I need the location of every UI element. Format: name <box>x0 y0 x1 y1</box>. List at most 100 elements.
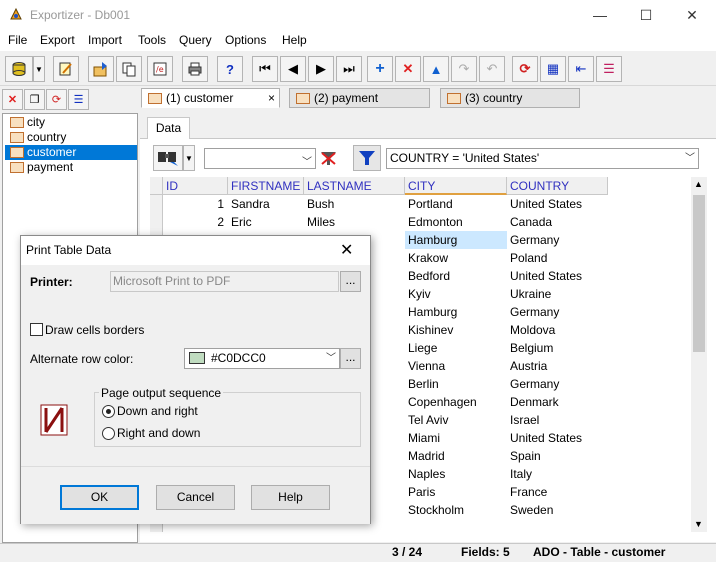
cancel-edit-icon[interactable]: ↶ <box>479 56 505 82</box>
table-item-payment[interactable]: payment <box>5 160 137 175</box>
grid-cell[interactable]: Tel Aviv <box>405 411 507 429</box>
export-icon[interactable] <box>88 56 114 82</box>
grid-cell[interactable]: Bush <box>304 195 405 213</box>
table-item-city[interactable]: city <box>5 115 137 130</box>
print-icon[interactable] <box>182 56 208 82</box>
insert-record-icon[interactable]: + <box>367 56 393 82</box>
first-column-icon[interactable]: ⇤ <box>568 56 594 82</box>
table-item-country[interactable]: country <box>5 130 137 145</box>
grid-cell[interactable]: Kyiv <box>405 285 507 303</box>
tab-payment[interactable]: (2) payment <box>289 88 430 108</box>
grid-cell[interactable]: Berlin <box>405 375 507 393</box>
menu-options[interactable]: Options <box>225 33 266 47</box>
menu-import[interactable]: Import <box>88 33 122 47</box>
grid-cell[interactable]: United States <box>507 195 608 213</box>
menu-tools[interactable]: Tools <box>138 33 166 47</box>
first-record-icon[interactable]: ⏮ <box>252 56 278 82</box>
grid-cell[interactable]: Germany <box>507 303 608 321</box>
grid-cell[interactable]: 2 <box>163 213 228 231</box>
grid-cell[interactable]: Austria <box>507 357 608 375</box>
grid-cell[interactable]: Sweden <box>507 501 608 519</box>
close-button[interactable]: ✕ <box>669 0 715 31</box>
copy-tables-icon[interactable]: ❐ <box>24 89 45 110</box>
scroll-down-icon[interactable]: ▼ <box>694 519 703 529</box>
find-dropdown-arrow-icon[interactable]: ▼ <box>183 145 195 171</box>
grid-cell[interactable]: Hamburg <box>405 231 507 249</box>
grid-cell[interactable]: Ukraine <box>507 285 608 303</box>
column-header-lastname[interactable]: LASTNAME <box>304 177 405 195</box>
minimize-button[interactable]: — <box>577 0 623 31</box>
draw-borders-label[interactable]: Draw cells borders <box>45 323 144 337</box>
grid-cell[interactable]: Belgium <box>507 339 608 357</box>
menu-export[interactable]: Export <box>40 33 75 47</box>
grid-cell[interactable]: Stockholm <box>405 501 507 519</box>
grid-cell[interactable]: 1 <box>163 195 228 213</box>
grid-cell[interactable]: Naples <box>405 465 507 483</box>
grid-cell[interactable]: Kishinev <box>405 321 507 339</box>
column-header-city[interactable]: CITY <box>405 177 507 195</box>
column-header-id[interactable]: ID <box>163 177 228 195</box>
filter-expression-combo[interactable]: COUNTRY = 'United States' ﹀ <box>386 148 699 169</box>
cancel-button[interactable]: Cancel <box>156 485 235 510</box>
search-combo[interactable]: ﹀ <box>204 148 316 169</box>
grid-cell[interactable]: Miles <box>304 213 405 231</box>
grid-cell[interactable]: Hamburg <box>405 303 507 321</box>
delete-record-icon[interactable]: ✕ <box>395 56 421 82</box>
grid-cell[interactable]: Miami <box>405 429 507 447</box>
ok-button[interactable]: OK <box>60 485 139 510</box>
last-record-icon[interactable]: ⏭ <box>336 56 362 82</box>
refresh-icon[interactable]: ⟳ <box>512 56 538 82</box>
find-icon[interactable] <box>153 145 183 171</box>
grid-cell[interactable]: Copenhagen <box>405 393 507 411</box>
grid-cell[interactable]: Germany <box>507 375 608 393</box>
radio-down-and-right[interactable] <box>102 405 115 418</box>
grid-cell[interactable]: Italy <box>507 465 608 483</box>
next-record-icon[interactable]: ▶ <box>308 56 334 82</box>
grid-cell[interactable]: France <box>507 483 608 501</box>
alt-row-color-combo[interactable]: #C0DCC0 ﹀ <box>184 348 340 369</box>
grid-cell[interactable]: Germany <box>507 231 608 249</box>
menu-file[interactable]: File <box>8 33 27 47</box>
column-header-firstname[interactable]: FIRSTNAME <box>228 177 304 195</box>
grid-cell[interactable]: Paris <box>405 483 507 501</box>
dialog-close-icon[interactable]: ✕ <box>340 240 353 260</box>
sort-icon[interactable]: ☰ <box>596 56 622 82</box>
edit-record-icon[interactable]: ▲ <box>423 56 449 82</box>
grid-cell[interactable]: Krakow <box>405 249 507 267</box>
grid-view-icon[interactable]: ▦ <box>540 56 566 82</box>
close-table-icon[interactable]: ✕ <box>2 89 23 110</box>
draw-borders-checkbox[interactable] <box>30 323 43 336</box>
grid-cell[interactable]: Eric <box>228 213 304 231</box>
radio-right-and-down-label[interactable]: Right and down <box>117 426 200 440</box>
scroll-up-icon[interactable]: ▲ <box>694 179 703 189</box>
copy-icon[interactable] <box>116 56 142 82</box>
table-item-customer[interactable]: customer <box>5 145 137 160</box>
script-icon[interactable]: /e <box>147 56 173 82</box>
choose-printer-button[interactable]: ... <box>340 271 361 292</box>
radio-right-and-down[interactable] <box>102 427 115 440</box>
column-header-country[interactable]: COUNTRY <box>507 177 608 195</box>
help-button[interactable]: Help <box>251 485 330 510</box>
grid-cell[interactable]: Sandra <box>228 195 304 213</box>
list-view-icon[interactable]: ☰ <box>68 89 89 110</box>
help-icon[interactable]: ? <box>217 56 243 82</box>
grid-cell[interactable]: Edmonton <box>405 213 507 231</box>
open-database-icon[interactable] <box>5 56 33 82</box>
post-edit-icon[interactable]: ↷ <box>451 56 477 82</box>
grid-cell[interactable]: Bedford <box>405 267 507 285</box>
filter-icon[interactable] <box>353 145 381 171</box>
grid-cell[interactable]: Madrid <box>405 447 507 465</box>
grid-cell[interactable]: Poland <box>507 249 608 267</box>
grid-cell[interactable]: Israel <box>507 411 608 429</box>
grid-cell[interactable]: Spain <box>507 447 608 465</box>
tab-close-icon[interactable]: × <box>268 89 275 107</box>
tab-data[interactable]: Data <box>147 117 190 139</box>
grid-cell[interactable]: Denmark <box>507 393 608 411</box>
tab-customer[interactable]: (1) customer × <box>141 88 280 108</box>
grid-cell[interactable]: United States <box>507 429 608 447</box>
menu-query[interactable]: Query <box>179 33 212 47</box>
refresh-tables-icon[interactable]: ⟳ <box>46 89 67 110</box>
clear-filter-icon[interactable] <box>318 148 339 169</box>
grid-cell[interactable]: Moldova <box>507 321 608 339</box>
menu-help[interactable]: Help <box>282 33 307 47</box>
